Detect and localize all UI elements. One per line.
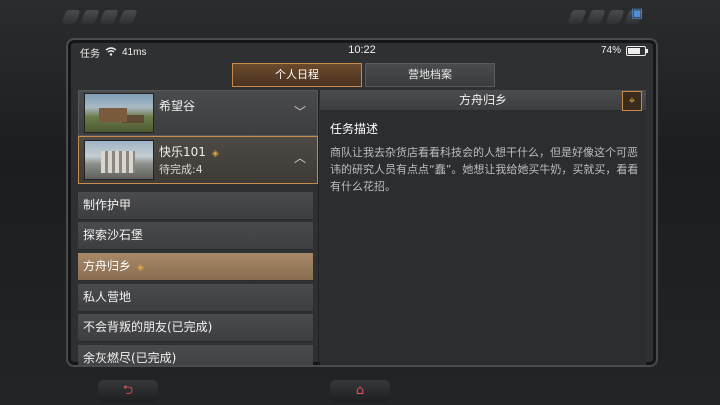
- home-icon[interactable]: ⌂: [330, 380, 390, 402]
- back-arrow-icon[interactable]: ⮌: [98, 380, 158, 402]
- region-item-hope-valley[interactable]: 希望谷 ﹀: [78, 90, 318, 136]
- task-item[interactable]: 私人营地: [78, 284, 313, 312]
- task-item[interactable]: 制作护甲: [78, 192, 313, 220]
- region-thumbnail: [84, 93, 154, 133]
- task-label: 方舟归乡: [83, 259, 132, 273]
- task-item[interactable]: 余灰燃尽(已完成): [78, 345, 313, 365]
- task-item-active[interactable]: 方舟归乡 ◈: [78, 253, 313, 281]
- region-thumbnail: [84, 140, 154, 180]
- detail-quest-title: 方舟归乡: [458, 93, 507, 107]
- locate-target-icon[interactable]: ⌖: [622, 91, 642, 111]
- battery-percent: 74%: [600, 45, 621, 56]
- task-item[interactable]: 探索沙石堡: [78, 222, 313, 250]
- chevron-up-icon[interactable]: ︿: [293, 151, 307, 165]
- tablet-icon[interactable]: ▣: [624, 4, 650, 24]
- tab-bar: 个人日程 营地档案: [232, 63, 495, 87]
- region-name-text: 快乐101: [159, 145, 206, 159]
- frame-grip-left: [61, 10, 138, 24]
- tablet-screen: 任务 41ms 10:22 74% 个人日程 营地档案 希望谷 ﹀ 快乐101 …: [66, 38, 658, 367]
- battery-icon: [626, 45, 648, 56]
- region-name: 希望谷: [159, 99, 196, 113]
- chevron-down-icon[interactable]: ﹀: [293, 105, 307, 119]
- tab-camp-archive[interactable]: 营地档案: [365, 63, 495, 87]
- tracked-diamond-icon: ◈: [211, 149, 219, 159]
- clock: 10:22: [348, 44, 376, 56]
- quest-detail-panel: 方舟归乡 ⌖ 任务描述 商队让我去杂货店看看科技会的人想干什么，但是好像这个可恶…: [320, 90, 646, 365]
- tab-personal-schedule[interactable]: 个人日程: [232, 63, 362, 87]
- tracked-diamond-icon: ◈: [137, 263, 144, 273]
- section-title: 任务描述: [330, 122, 379, 136]
- task-item[interactable]: 不会背叛的朋友(已完成): [78, 314, 313, 342]
- detail-header: 方舟归乡 ⌖: [320, 90, 646, 111]
- region-item-happy-101[interactable]: 快乐101 ◈ 待完成:4 ︿: [78, 136, 318, 184]
- battery-level-fill: [628, 47, 640, 54]
- quest-list-panel: 希望谷 ﹀ 快乐101 ◈ 待完成:4 ︿ 制作护甲 探索沙石堡 方舟归乡 ◈ 私人…: [78, 90, 318, 365]
- status-bar: 任务 41ms 10:22 74%: [68, 40, 656, 62]
- quest-description: 商队让我去杂货店看看科技会的人想干什么，但是好像这个可恶讳的研究人员有点点“蠢”…: [330, 146, 639, 193]
- region-pending-count: 待完成:4: [159, 163, 203, 176]
- panel-divider: [318, 90, 319, 365]
- region-name: 快乐101 ◈: [159, 143, 219, 160]
